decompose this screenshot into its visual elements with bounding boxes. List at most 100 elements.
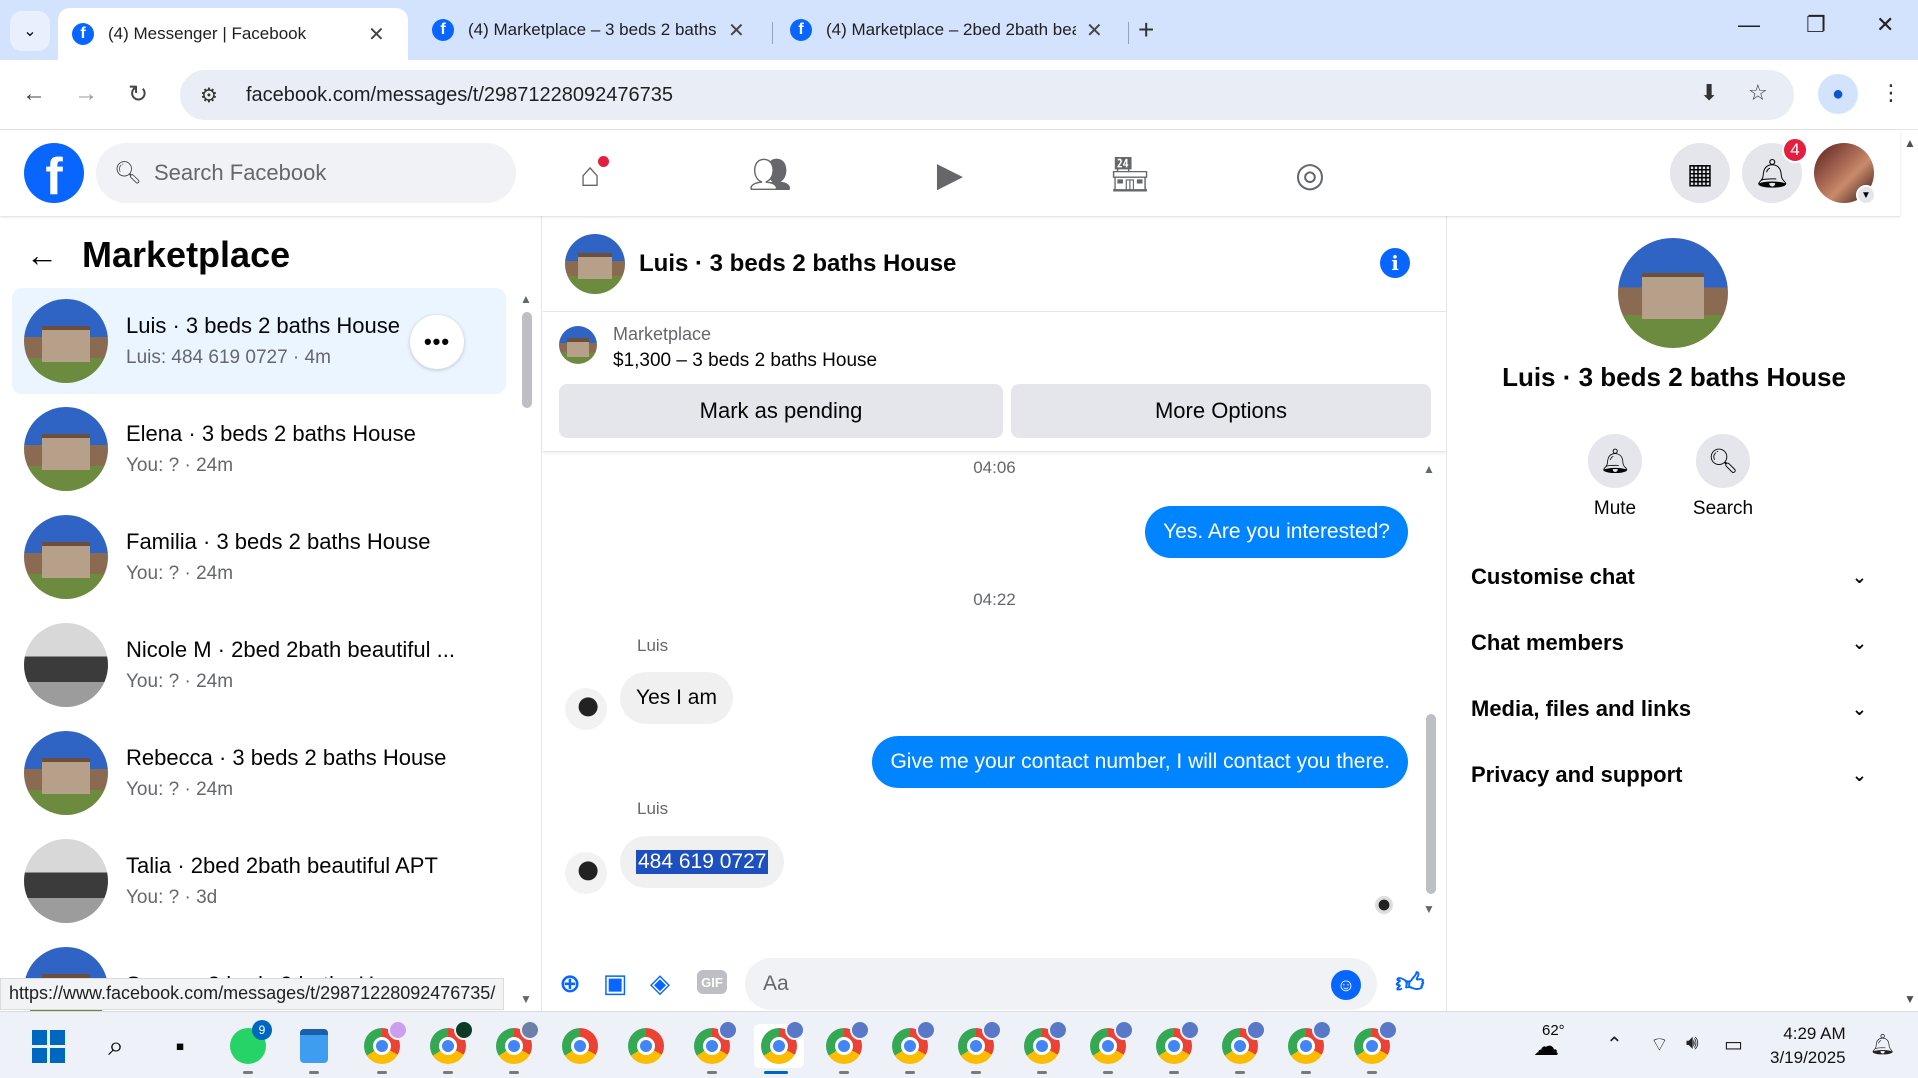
- listing-thumbnail[interactable]: [559, 326, 597, 364]
- volume-icon[interactable]: 🔊︎: [1686, 1032, 1699, 1055]
- scroll-down-arrow-icon[interactable]: ▼: [1904, 992, 1916, 1006]
- restore-icon[interactable]: ❐: [1806, 12, 1826, 38]
- minimize-icon[interactable]: —: [1738, 12, 1760, 38]
- home-icon[interactable]: ⌂: [565, 150, 615, 200]
- conversation-item[interactable]: Elena · 3 beds 2 baths House You: ? · 24m: [12, 396, 506, 502]
- task-view-icon[interactable]: ▪: [158, 1024, 202, 1068]
- page-scrollbar[interactable]: ▲ ▼: [1900, 130, 1918, 1011]
- privacy-support-section[interactable]: Privacy and support ⌄: [1471, 748, 1881, 802]
- forward-arrow-icon[interactable]: →: [74, 80, 98, 108]
- outgoing-message[interactable]: Give me your contact number, I will cont…: [872, 736, 1408, 788]
- scroll-up-arrow-icon[interactable]: ▲: [1904, 136, 1916, 150]
- whatsapp-icon[interactable]: 9: [226, 1020, 272, 1074]
- chrome-icon[interactable]: [954, 1020, 1002, 1074]
- account-avatar[interactable]: ▼: [1814, 143, 1876, 205]
- tab-search-button[interactable]: ⌄: [10, 11, 50, 51]
- search-action[interactable]: 🔍︎ Search: [1673, 434, 1773, 520]
- more-options-button[interactable]: More Options: [1011, 384, 1431, 438]
- chrome-icon[interactable]: [1020, 1020, 1068, 1074]
- chat-scrollbar[interactable]: [1426, 714, 1436, 894]
- bookmark-star-icon[interactable]: ☆: [1748, 80, 1768, 106]
- windows-start-icon[interactable]: [26, 1024, 70, 1068]
- window-close-icon[interactable]: ✕: [1876, 12, 1894, 38]
- notifications-bell-icon[interactable]: 🔔︎ 4: [1742, 137, 1808, 203]
- show-hidden-icons-chevron-icon[interactable]: ⌃: [1606, 1032, 1623, 1057]
- scroll-down-arrow-icon[interactable]: ▼: [1423, 902, 1435, 916]
- facebook-logo-icon[interactable]: f: [24, 143, 84, 203]
- reload-icon[interactable]: ↻: [128, 80, 148, 109]
- chat-list-scrollbar[interactable]: [522, 312, 532, 408]
- back-arrow-icon[interactable]: ←: [26, 237, 58, 274]
- address-bar[interactable]: ⚙ facebook.com/messages/t/29871228092476…: [180, 70, 1794, 120]
- bell-icon[interactable]: 🔔︎: [1588, 434, 1642, 488]
- tab-marketplace-apt[interactable]: f (4) Marketplace – 2bed 2bath beautiful…: [776, 8, 1126, 52]
- video-icon[interactable]: ▶: [925, 150, 975, 200]
- conversation-item[interactable]: Nicole M · 2bed 2bath beautiful ... You: …: [12, 612, 506, 718]
- info-icon[interactable]: i: [1380, 248, 1410, 278]
- gif-icon[interactable]: GIF: [697, 970, 727, 994]
- chrome-icon-active[interactable]: [754, 1020, 805, 1074]
- wifi-icon[interactable]: ⌔: [1650, 1032, 1669, 1057]
- chrome-icon[interactable]: [1350, 1020, 1398, 1074]
- battery-icon[interactable]: ▭: [1724, 1032, 1743, 1057]
- chrome-icon[interactable]: [492, 1020, 540, 1074]
- close-tab-icon[interactable]: ✕: [728, 18, 745, 43]
- mute-action[interactable]: 🔔︎ Mute: [1565, 434, 1665, 520]
- chrome-icon[interactable]: [1284, 1020, 1332, 1074]
- scroll-up-arrow-icon[interactable]: ▲: [1423, 462, 1435, 476]
- sticker-icon[interactable]: ◈: [643, 966, 677, 1000]
- chat-avatar[interactable]: [565, 233, 625, 294]
- taskbar-search-icon[interactable]: ⌕: [94, 1024, 138, 1068]
- system-clock[interactable]: 4:29 AM 3/19/2025: [1770, 1022, 1846, 1070]
- back-arrow-icon[interactable]: ←: [22, 80, 46, 108]
- site-settings-icon[interactable]: ⚙: [200, 83, 230, 108]
- tab-marketplace-house[interactable]: f (4) Marketplace – 3 beds 2 baths House…: [418, 8, 768, 52]
- facebook-search-input[interactable]: 🔍︎ Search Facebook: [96, 143, 516, 203]
- conversation-item[interactable]: Rebecca · 3 beds 2 baths House You: ? · 2…: [12, 720, 506, 826]
- install-app-icon[interactable]: ⬇: [1700, 80, 1718, 106]
- new-tab-plus-icon[interactable]: +: [1138, 14, 1154, 46]
- chrome-icon[interactable]: [1086, 1020, 1134, 1074]
- incoming-message[interactable]: 484 619 0727: [620, 836, 785, 888]
- mark-as-pending-button[interactable]: Mark as pending: [559, 384, 1003, 438]
- scroll-up-arrow-icon[interactable]: ▲: [520, 292, 532, 306]
- customise-chat-section[interactable]: Customise chat ⌄: [1471, 550, 1881, 604]
- chrome-icon[interactable]: [690, 1020, 738, 1074]
- profile-avatar[interactable]: [1618, 238, 1728, 348]
- conversation-item[interactable]: Familia · 3 beds 2 baths House You: ? · 2…: [12, 504, 506, 610]
- chrome-icon[interactable]: [888, 1020, 936, 1074]
- browser-profile-icon[interactable]: ●: [1818, 74, 1858, 114]
- close-tab-icon[interactable]: ✕: [368, 22, 385, 47]
- plus-circle-icon[interactable]: ⊕: [553, 966, 587, 1000]
- menu-grid-icon[interactable]: ▦: [1670, 143, 1730, 203]
- photo-icon[interactable]: ▣: [598, 966, 632, 1000]
- chrome-icon[interactable]: [1152, 1020, 1200, 1074]
- outgoing-message[interactable]: Yes. Are you interested?: [1145, 506, 1408, 558]
- groups-icon[interactable]: ◎: [1285, 150, 1335, 200]
- chrome-icon[interactable]: [360, 1020, 408, 1074]
- chrome-icon[interactable]: [822, 1020, 870, 1074]
- close-tab-icon[interactable]: ✕: [1086, 18, 1103, 43]
- scroll-down-arrow-icon[interactable]: ▼: [520, 992, 532, 1006]
- tab-messenger[interactable]: f (4) Messenger | Facebook ✕: [58, 8, 408, 60]
- thumbs-up-icon[interactable]: 👍︎: [1393, 966, 1427, 1000]
- message-input[interactable]: Aa ☺: [745, 958, 1377, 1010]
- search-icon[interactable]: 🔍︎: [1696, 434, 1750, 488]
- sender-avatar[interactable]: [565, 852, 607, 894]
- notification-bell-icon[interactable]: 🔔︎: [1870, 1032, 1895, 1057]
- marketplace-icon[interactable]: 🏪︎: [1105, 150, 1155, 200]
- chrome-icon[interactable]: [1218, 1020, 1266, 1074]
- sender-avatar[interactable]: [565, 688, 607, 730]
- browser-menu-icon[interactable]: ⋮: [1880, 80, 1902, 106]
- chrome-icon[interactable]: [426, 1020, 474, 1074]
- selected-phone-number[interactable]: 484 619 0727: [636, 850, 769, 874]
- chat-title[interactable]: Luis · 3 beds 2 baths House: [639, 250, 956, 278]
- conversation-more-button[interactable]: •••: [410, 315, 464, 369]
- chrome-icon[interactable]: [624, 1024, 668, 1068]
- emoji-icon[interactable]: ☺: [1331, 970, 1361, 1000]
- conversation-item[interactable]: Luis · 3 beds 2 baths House Luis: 484 619…: [12, 288, 506, 394]
- friends-icon[interactable]: 👥︎: [745, 150, 795, 200]
- notepad-icon[interactable]: [292, 1024, 336, 1074]
- listing-title[interactable]: $1,300 – 3 beds 2 baths House: [613, 350, 877, 372]
- media-files-links-section[interactable]: Media, files and links ⌄: [1471, 682, 1881, 736]
